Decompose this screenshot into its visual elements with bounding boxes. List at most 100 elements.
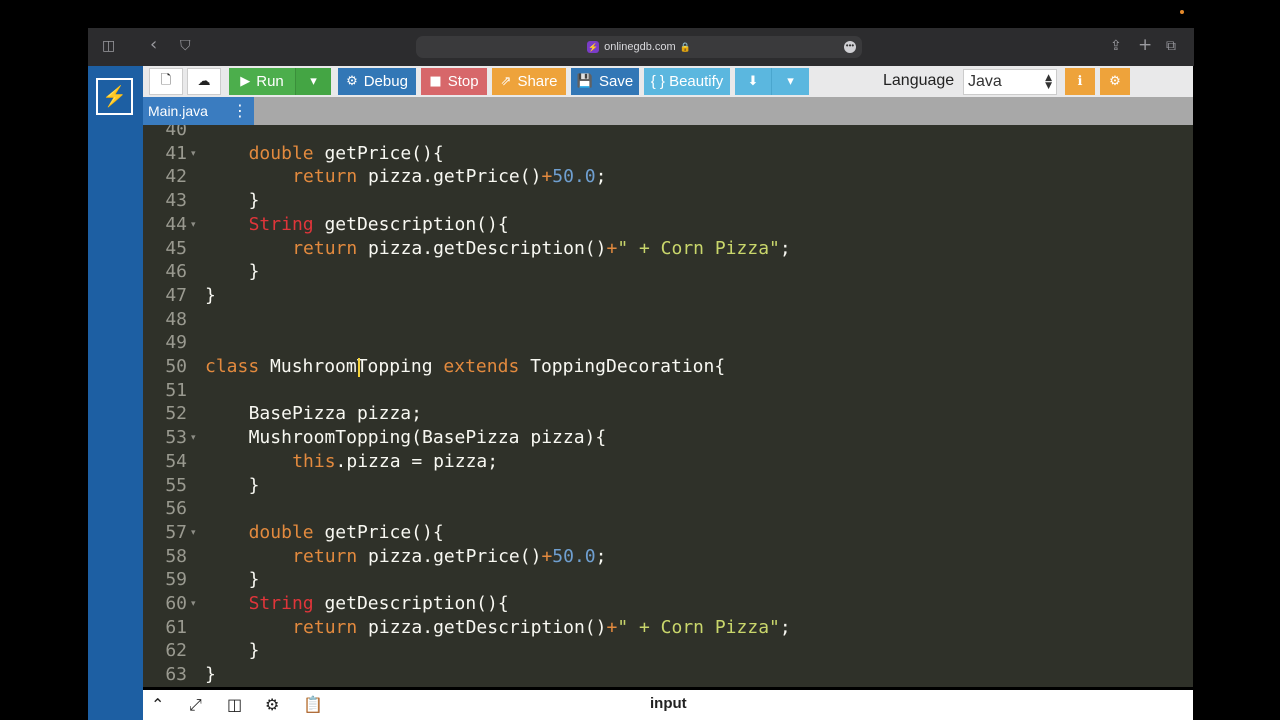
save-button[interactable]: 💾 Save (571, 68, 639, 95)
code-text: } (205, 284, 216, 306)
line-number: 62 (165, 640, 187, 662)
line-number: 45 (165, 237, 187, 259)
gear-icon: ⚙ (1109, 74, 1121, 89)
back-icon[interactable]: ‹ (150, 34, 157, 55)
new-tab-icon[interactable]: + (1138, 35, 1152, 55)
onlinegdb-logo[interactable]: ⚡ (96, 78, 133, 115)
tab-main-java[interactable]: Main.java ⋮ (143, 97, 254, 125)
code-line: 59} (143, 568, 1193, 592)
line-number: 53 (165, 427, 187, 449)
chevron-up-icon[interactable]: ⌃ (151, 695, 164, 714)
run-button[interactable]: ▶ Run (229, 68, 295, 95)
share-button[interactable]: ⇗ Share (492, 68, 566, 95)
code-line: 45 return pizza.getDescription()+" + Corn… (143, 237, 1193, 261)
fold-arrow-icon[interactable]: ▾ (191, 142, 196, 166)
fold-arrow-icon[interactable]: ▾ (191, 592, 196, 616)
code-line: 54 this.pizza = pizza; (143, 450, 1193, 474)
code-line: 50 class MushroomTopping extends ToppingD… (143, 355, 1193, 379)
code-text: double getPrice(){ (248, 521, 444, 543)
code-text: } (248, 190, 260, 212)
info-button[interactable]: ℹ (1065, 68, 1095, 95)
code-text: } (205, 664, 216, 686)
expand-icon[interactable]: ⤢ (189, 695, 202, 715)
kebab-menu-icon[interactable]: ⋮ (232, 101, 248, 120)
sidebar-toggle-icon[interactable]: ◫ (102, 38, 115, 54)
language-select[interactable]: Java ▲ ▼ (963, 69, 1057, 95)
fold-arrow-icon[interactable]: ▾ (191, 426, 196, 450)
code-line: 58 return pizza.getPrice()+50.0; (143, 545, 1193, 569)
code-line: 53 ▾ MushroomTopping(BasePizza pizza){ (143, 426, 1193, 450)
code-text: String getDescription(){ (248, 593, 509, 614)
run-options-dropdown[interactable]: ▾ (295, 68, 331, 95)
code-line: 56 (143, 497, 1193, 521)
settings-button[interactable]: ⚙ (1100, 68, 1130, 95)
share-icon[interactable]: ⇪ (1110, 38, 1122, 54)
beautify-button[interactable]: { } Beautify (644, 68, 730, 95)
download-button[interactable]: ⬇ (735, 68, 771, 95)
beautify-label: { } Beautify (650, 73, 724, 90)
code-line: 47} (143, 284, 1193, 308)
text-cursor (358, 358, 360, 377)
line-number: 52 (165, 403, 187, 425)
line-number: 63 (165, 664, 187, 686)
file-tab-strip: Main.java ⋮ (143, 97, 1193, 125)
fold-arrow-icon[interactable]: ▾ (191, 521, 196, 545)
fold-arrow-icon[interactable]: ▾ (191, 213, 196, 237)
code-text: } (248, 474, 260, 496)
lock-icon: 🔒 (679, 41, 691, 52)
code-text: double getPrice(){ (248, 142, 444, 164)
line-number: 42 (165, 166, 187, 188)
code-line: 63} (143, 663, 1193, 687)
console-bar: ⌃ ⤢ ◫ ⚙ 📋 input (143, 690, 1193, 720)
new-file-button[interactable]: 🗋 (149, 68, 183, 95)
more-options-icon[interactable]: ••• (844, 41, 856, 53)
share-label: Share (517, 73, 558, 90)
cloud-upload-icon: ☁ (197, 74, 211, 89)
url-text: onlinegdb.com (604, 41, 676, 53)
debug-button[interactable]: ⚙ Debug (338, 68, 416, 95)
play-icon: ▶ (240, 74, 251, 89)
tab-overview-icon[interactable]: ⧉ (1166, 38, 1176, 54)
code-text: class MushroomTopping extends ToppingDec… (205, 356, 726, 377)
address-bar[interactable]: ⚡ onlinegdb.com 🔒 (416, 36, 862, 58)
debug-icon: ⚙ (346, 74, 358, 89)
select-arrows-icon: ▲ ▼ (1045, 73, 1052, 91)
line-number: 50 (165, 356, 187, 377)
code-line: 51 (143, 379, 1193, 403)
caret-down-icon: ▾ (310, 74, 317, 89)
line-number: 58 (165, 545, 187, 567)
ide-toolbar: 🗋 ☁ ▶ Run ▾ ⚙ Debug ■ Stop ⇗ Share 💾 Sav… (143, 66, 1193, 97)
floppy-disk-icon: 💾 (576, 74, 593, 89)
stop-button[interactable]: ■ Stop (421, 68, 487, 95)
line-number: 54 (165, 450, 187, 472)
gear-icon[interactable]: ⚙ (265, 695, 279, 714)
line-number: 48 (165, 308, 187, 330)
line-number: 40 (165, 125, 187, 140)
debug-label: Debug (363, 73, 408, 90)
code-line: 48 (143, 308, 1193, 332)
code-text: MushroomTopping(BasePizza pizza){ (248, 427, 607, 449)
code-line: 41 ▾ double getPrice(){ (143, 142, 1193, 166)
code-text: return pizza.getDescription()+" + Corn P… (292, 237, 791, 259)
language-value: Java (968, 73, 1002, 90)
download-options-dropdown[interactable]: ▾ (771, 68, 809, 95)
line-number: 44 (165, 213, 187, 235)
line-number: 55 (165, 474, 187, 496)
line-number: 47 (165, 284, 187, 306)
clipboard-icon[interactable]: 📋 (303, 695, 323, 714)
code-line: 62} (143, 639, 1193, 663)
code-text: } (248, 569, 260, 591)
info-icon: ℹ (1077, 74, 1083, 89)
line-number: 60 (165, 593, 187, 614)
stop-icon: ■ (429, 74, 442, 89)
shield-icon[interactable]: ⛉ (180, 38, 191, 54)
save-label: Save (598, 73, 634, 90)
line-number: 49 (165, 332, 187, 354)
line-number: 43 (165, 190, 187, 212)
code-text: this.pizza = pizza; (292, 450, 499, 472)
code-editor[interactable]: 40 41 ▾ double getPrice(){42 return pizza.ge… (143, 125, 1193, 687)
code-line: 46} (143, 260, 1193, 284)
upload-button[interactable]: ☁ (187, 68, 221, 95)
layout-icon[interactable]: ◫ (227, 695, 242, 714)
code-text: BasePizza pizza; (248, 403, 422, 425)
